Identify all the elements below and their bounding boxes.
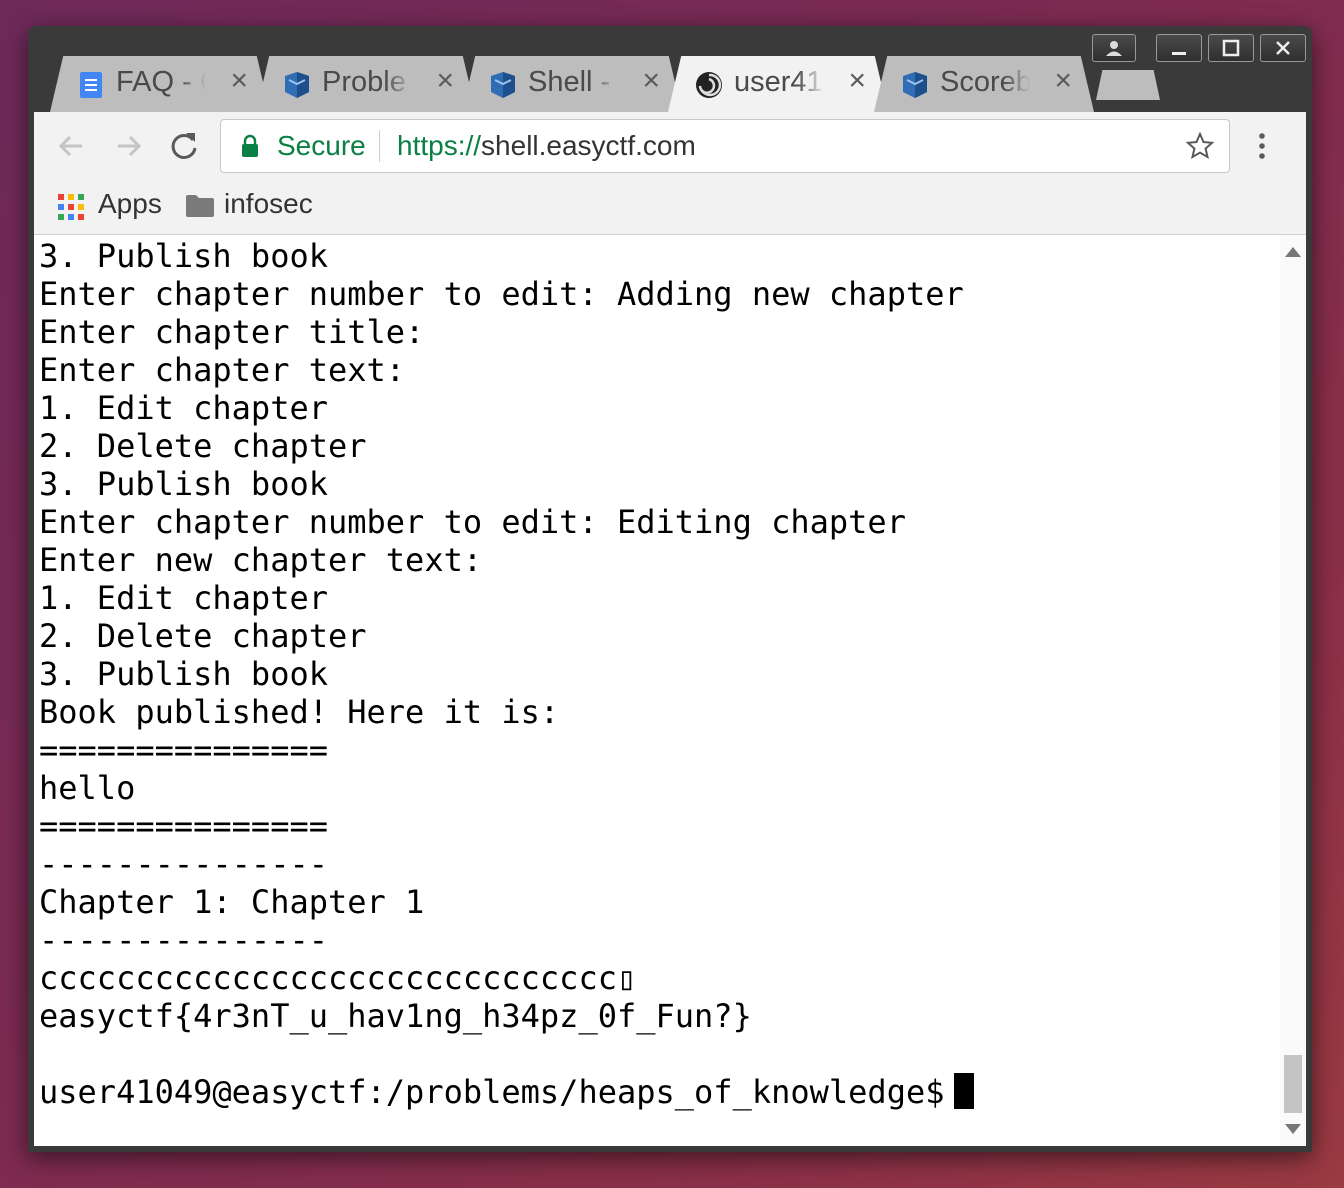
maximize-icon [1222, 39, 1240, 57]
shell-prompt: user41049@easyctf:/problems/heaps_of_kno… [39, 1073, 945, 1111]
url-scheme: https:// [397, 130, 482, 161]
tab-label: Proble [322, 66, 406, 98]
terminal-line: 1. Edit chapter [39, 389, 328, 427]
terminal-line: cccccccccccccccccccccccccccccc▯ [39, 959, 637, 997]
bookmark-label: infosec [224, 188, 313, 219]
scrollbar-thumb[interactable] [1284, 1055, 1302, 1113]
terminal-line: easyctf{4r3nT_u_hav1ng_h34pz_0f_Fun?} [39, 997, 752, 1035]
terminal-line: =============== [39, 807, 328, 845]
terminal[interactable]: 3. Publish book Enter chapter number to e… [34, 235, 1306, 1146]
terminal-output: 3. Publish book Enter chapter number to e… [39, 237, 975, 1111]
terminal-line: Enter chapter number to edit: Adding new… [39, 275, 964, 313]
tab-close-icon[interactable]: × [642, 66, 660, 96]
new-tab-button[interactable] [1096, 70, 1160, 100]
terminal-line: --------------- [39, 921, 328, 959]
shield-icon [285, 72, 309, 98]
tab-label: Shell - ( [528, 66, 618, 98]
tab-label: user41 [734, 66, 823, 98]
text-cursor [954, 1073, 975, 1109]
terminal-line: =============== [39, 731, 328, 769]
tab-scoreboard[interactable]: Scoreb × [874, 56, 1094, 112]
person-icon [1106, 41, 1122, 56]
bookmarks-bar: Apps infosec [34, 178, 1306, 235]
swirl-icon [696, 72, 722, 98]
terminal-line: 2. Delete chapter [39, 427, 367, 465]
tab-close-icon[interactable]: × [436, 66, 454, 96]
tab-label: FAQ - C [116, 66, 206, 98]
tab-user41-active[interactable]: user41 × [668, 56, 888, 112]
terminal-line: Chapter 1: Chapter 1 [39, 883, 425, 921]
terminal-line: Enter chapter number to edit: Editing ch… [39, 503, 906, 541]
docs-icon [80, 72, 102, 98]
shield-icon [491, 72, 515, 98]
star-icon[interactable] [1185, 131, 1215, 161]
forward-arrow-icon[interactable] [108, 126, 148, 166]
terminal-scrollbar[interactable] [1280, 235, 1306, 1146]
browser-window: FAQ - C × Proble × Shell - ( × user41 × [28, 26, 1312, 1152]
tab-close-icon[interactable]: × [848, 66, 866, 96]
bookmark-label: Apps [98, 188, 162, 219]
apps-grid-icon [58, 194, 84, 220]
close-icon [1276, 41, 1290, 55]
tab-label: Scoreb [940, 66, 1030, 98]
terminal-line: 2. Delete chapter [39, 617, 367, 655]
terminal-line: hello [39, 769, 136, 807]
tab-shell[interactable]: Shell - ( × [462, 56, 682, 112]
terminal-line: 3. Publish book [39, 655, 328, 693]
terminal-line: 3. Publish book [39, 237, 328, 275]
terminal-line: Enter chapter text: [39, 351, 406, 389]
maximize-button[interactable] [1208, 34, 1254, 62]
lock-icon [242, 134, 258, 157]
browser-toolbar: Secure https://shell.easyctf.com [34, 112, 1306, 178]
menu-kebab-icon[interactable] [1256, 128, 1268, 164]
address-bar[interactable]: Secure https://shell.easyctf.com [220, 119, 1230, 173]
url-host: shell.easyctf.com [481, 130, 696, 161]
close-window-button[interactable] [1260, 34, 1306, 62]
folder-icon [186, 195, 214, 217]
terminal-line: Book published! Here it is: [39, 693, 560, 731]
secure-label: Secure [277, 130, 366, 161]
shield-icon [903, 72, 927, 98]
tab-close-icon[interactable]: × [230, 66, 248, 96]
terminal-line: --------------- [39, 845, 328, 883]
tab-problems[interactable]: Proble × [256, 56, 476, 112]
url-text: https://shell.easyctf.com [397, 130, 696, 162]
omnibox-divider [379, 130, 380, 162]
minimize-button[interactable] [1156, 34, 1202, 62]
tab-faq[interactable]: FAQ - C × [50, 56, 270, 112]
scroll-down-arrow-icon[interactable] [1285, 1124, 1301, 1134]
scroll-up-arrow-icon[interactable] [1285, 247, 1301, 257]
minimize-icon [1172, 52, 1186, 55]
terminal-line: Enter chapter title: [39, 313, 425, 351]
terminal-line: Enter new chapter text: [39, 541, 483, 579]
terminal-line: 3. Publish book [39, 465, 328, 503]
back-arrow-icon[interactable] [52, 126, 92, 166]
terminal-prompt-line: user41049@easyctf:/problems/heaps_of_kno… [39, 1073, 975, 1111]
tab-close-icon[interactable]: × [1054, 66, 1072, 96]
profile-button[interactable] [1092, 34, 1136, 62]
terminal-line: 1. Edit chapter [39, 579, 328, 617]
reload-icon[interactable] [164, 126, 204, 166]
